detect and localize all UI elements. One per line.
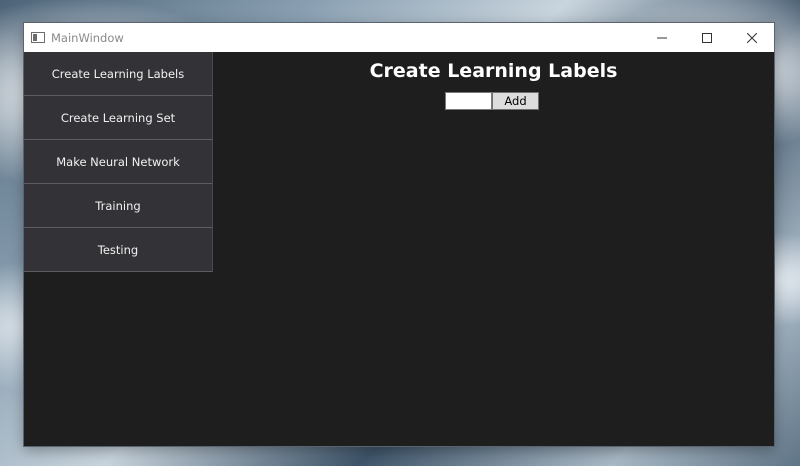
window-app-icon: [31, 32, 45, 44]
page-title: Create Learning Labels: [369, 60, 618, 82]
sidebar-item-label: Make Neural Network: [56, 154, 180, 169]
sidebar-item-create-learning-labels[interactable]: Create Learning Labels: [24, 52, 213, 96]
sidebar-item-label: Create Learning Labels: [51, 66, 185, 81]
add-button[interactable]: Add: [492, 92, 539, 110]
close-button[interactable]: [729, 23, 774, 52]
maximize-button[interactable]: [684, 23, 729, 52]
main-content: Create Learning Labels Add: [213, 52, 774, 446]
close-icon: [746, 28, 757, 47]
sidebar-nav: Create Learning Labels Create Learning S…: [24, 52, 213, 272]
maximize-icon: [701, 28, 712, 47]
window-controls: [639, 23, 774, 52]
title-bar[interactable]: MainWindow: [24, 23, 774, 52]
label-input[interactable]: [445, 92, 492, 110]
sidebar-item-label: Testing: [97, 242, 139, 257]
sidebar-item-create-learning-set[interactable]: Create Learning Set: [24, 96, 213, 140]
sidebar-item-label: Create Learning Set: [60, 110, 176, 125]
minimize-button[interactable]: [639, 23, 684, 52]
main-window: MainWindow Create Learning Labels Create…: [24, 23, 774, 446]
sidebar-item-testing[interactable]: Testing: [24, 228, 213, 272]
sidebar-item-label: Training: [95, 198, 141, 213]
sidebar-item-training[interactable]: Training: [24, 184, 213, 228]
window-title: MainWindow: [51, 30, 124, 45]
add-label-row: Add: [445, 92, 539, 110]
sidebar-item-make-neural-network[interactable]: Make Neural Network: [24, 140, 213, 184]
minimize-icon: [656, 28, 667, 47]
